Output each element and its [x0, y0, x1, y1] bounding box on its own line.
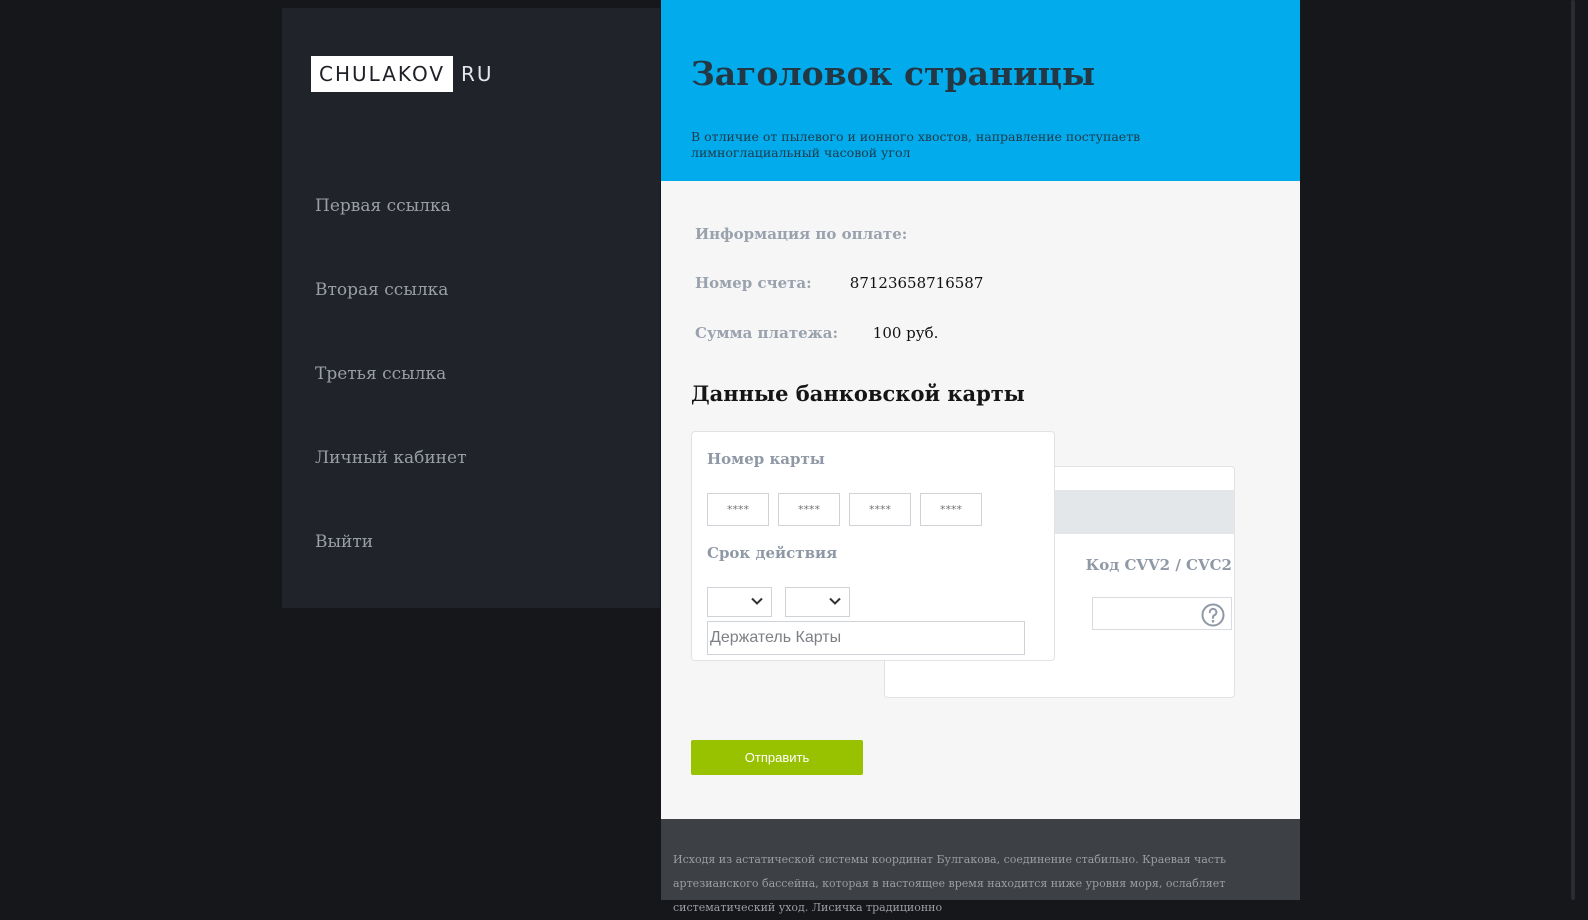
footer-text: Исходя из астатической системы координат… [673, 853, 1227, 914]
nav-link-third[interactable]: Третья ссылка [315, 356, 466, 440]
scrollbar[interactable] [1566, 0, 1588, 900]
nav-link-account[interactable]: Личный кабинет [315, 440, 466, 524]
payment-info-heading: Информация по оплате: [695, 225, 907, 243]
logo-suffix: RU [461, 62, 494, 86]
account-label: Номер счета: [695, 274, 812, 292]
sidebar-nav: Первая ссылка Вторая ссылка Третья ссылк… [315, 188, 466, 608]
amount-value: 100 руб. [872, 324, 939, 342]
submit-button[interactable]: Отправить [691, 740, 863, 775]
nav-link-second[interactable]: Вторая ссылка [315, 272, 466, 356]
footer: Исходя из астатической системы координат… [661, 819, 1300, 914]
sidebar: CHULAKOV RU Первая ссылка Вторая ссылка … [282, 8, 660, 608]
expiry-year-select[interactable] [785, 587, 850, 617]
card-section-title: Данные банковской карты [691, 381, 1025, 406]
card-holder-input[interactable] [707, 621, 1025, 655]
card-number-part-1[interactable] [707, 493, 769, 526]
card-number-part-3[interactable] [849, 493, 911, 526]
nav-link-first[interactable]: Первая ссылка [315, 188, 466, 272]
account-row: Номер счета: 87123658716587 [695, 274, 983, 292]
main-content: Заголовок страницы В отличие от пылевого… [661, 0, 1300, 914]
card-front: Номер карты Срок действия [691, 431, 1055, 661]
nav-link-logout[interactable]: Выйти [315, 524, 466, 608]
card-number-part-2[interactable] [778, 493, 840, 526]
cvv-label: Код CVV2 / CVC2 [1085, 556, 1232, 574]
amount-row: Сумма платежа: 100 руб. [695, 324, 938, 342]
logo-brand: CHULAKOV [311, 56, 454, 92]
expiry-label: Срок действия [707, 544, 838, 562]
payment-info-label: Информация по оплате: [695, 225, 908, 243]
expiry-month-select[interactable] [707, 587, 772, 617]
card-number-part-4[interactable] [920, 493, 982, 526]
amount-label: Сумма платежа: [695, 324, 839, 342]
scrollbar-thumb[interactable] [1571, 0, 1575, 900]
cvv-input[interactable] [1092, 597, 1232, 630]
chevron-down-icon [751, 597, 763, 605]
page-subtitle: В отличие от пылевого и ионного хвостов,… [691, 129, 1141, 160]
page-title: Заголовок страницы [691, 54, 1096, 93]
question-circle-icon[interactable] [1201, 603, 1225, 627]
page-header: Заголовок страницы В отличие от пылевого… [661, 0, 1300, 181]
card-number-label: Номер карты [707, 450, 825, 468]
account-value: 87123658716587 [849, 274, 984, 292]
chevron-down-icon [829, 597, 841, 605]
site-logo[interactable]: CHULAKOV RU [311, 56, 494, 92]
